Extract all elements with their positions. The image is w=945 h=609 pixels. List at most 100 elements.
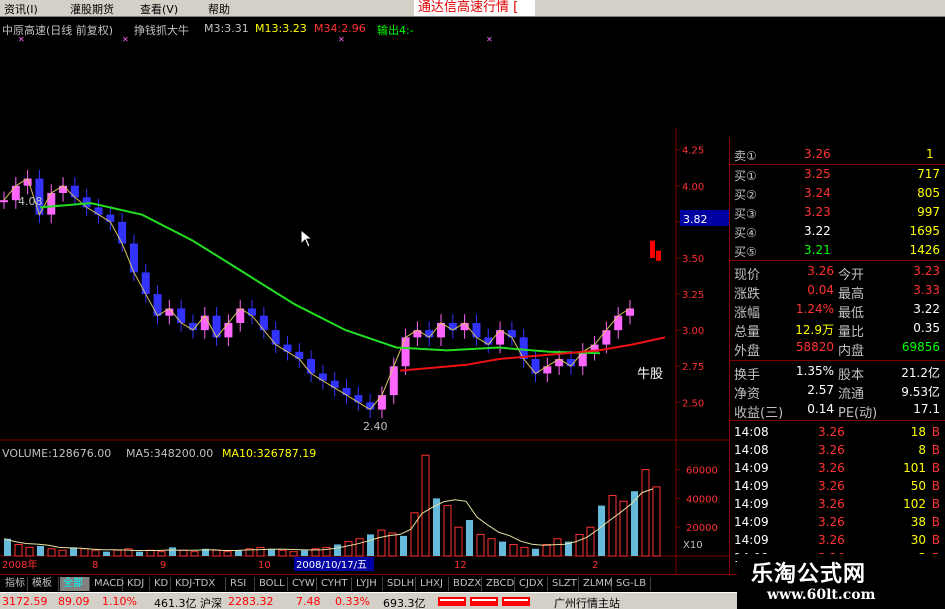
mouse-cursor-icon	[300, 229, 314, 248]
tick-price: 3.26	[818, 515, 845, 529]
tick-row[interactable]: 14:09 3.26 50 B	[730, 478, 945, 495]
volume-bar	[553, 538, 562, 557]
tick-row[interactable]: 14:09 3.26 101 B	[730, 460, 945, 477]
stat-label: 外盘	[734, 344, 761, 359]
volume-bar	[421, 454, 430, 557]
tick-row[interactable]: 14:09 3.26 30 B	[730, 532, 945, 549]
volume-bar	[256, 546, 265, 557]
candle-body	[200, 315, 209, 331]
tab-slzt[interactable]: SLZT	[549, 577, 579, 591]
tick-row[interactable]: 14:09 3.26 102 B	[730, 496, 945, 513]
candle-body	[283, 344, 292, 352]
tab-cyht[interactable]: CYHT	[318, 577, 352, 591]
watermark-logo: 乐淘公式网 www.60lt.com	[737, 554, 945, 609]
candle-body	[377, 395, 386, 410]
candle-body	[543, 366, 552, 374]
tab-zbcd[interactable]: ZBCD	[483, 577, 515, 591]
candle-body	[0, 200, 8, 203]
stat-label: 内盘	[838, 344, 865, 359]
volume-bar	[47, 548, 56, 557]
chart-title-bar: 中原高速(日线 前复权) 挣钱抓大牛 M3:3.31 M13:3.23 M34:…	[0, 18, 540, 37]
tick-price: 3.26	[818, 425, 845, 439]
candle-body	[354, 395, 363, 403]
stat-label: 总量	[734, 325, 761, 340]
tick-price: 3.26	[818, 461, 845, 475]
tick-side: B	[931, 443, 940, 457]
buy-level-4[interactable]: 买④ 3.22 1695	[730, 223, 945, 240]
buy-level-5[interactable]: 买⑤ 3.21 1426	[730, 242, 945, 259]
menu-item-view[interactable]: 查看(V)	[140, 1, 178, 17]
current-price-tag: 3.82	[683, 213, 708, 226]
buy-level-2[interactable]: 买② 3.24 805	[730, 185, 945, 202]
high-price-label: 4.08	[18, 195, 43, 208]
volume-bar	[388, 532, 397, 557]
tab-macd[interactable]: MACD	[91, 577, 124, 591]
tab-cjdx[interactable]: CJDX	[516, 577, 548, 591]
buy-level-1[interactable]: 买① 3.25 717	[730, 166, 945, 183]
divider	[730, 260, 945, 261]
tab-kd[interactable]: KD	[151, 577, 171, 591]
tab-全部[interactable]: 全部	[60, 577, 90, 591]
volume-bar	[410, 512, 419, 557]
signal-marker-icon: ✕	[338, 36, 345, 44]
tab-cyw[interactable]: CYW	[289, 577, 317, 591]
menu-item-help[interactable]: 帮助	[208, 1, 230, 17]
tick-side: B	[931, 515, 940, 529]
candle-body	[295, 351, 304, 360]
tab-模板[interactable]: 模板	[29, 577, 59, 591]
tick-row[interactable]: 14:08 3.26 18 B	[730, 424, 945, 441]
sz-index: 2283.32	[228, 595, 274, 608]
tab-sdlh[interactable]: SDLH	[384, 577, 416, 591]
candle-body	[401, 337, 410, 367]
menu-item-futures[interactable]: 灌股期货	[70, 1, 114, 17]
tab-lyjh[interactable]: LYJH	[353, 577, 383, 591]
stat-value: 21.2亿	[901, 366, 940, 380]
candle-body	[129, 243, 138, 273]
tab-kdj-tdx[interactable]: KDJ-TDX	[172, 577, 226, 591]
tab-指标[interactable]: 指标	[2, 577, 28, 591]
volume-bar	[542, 543, 551, 557]
tab-zlmm[interactable]: ZLMM	[580, 577, 613, 591]
volume-bar	[652, 486, 661, 557]
volume-bar	[289, 551, 298, 557]
kline-chart[interactable]: 4.254.003.753.503.253.002.752.5060000400…	[0, 36, 729, 574]
volume-bar	[509, 543, 518, 557]
ma13-value: M13:3.23	[255, 22, 307, 35]
menu-item-info[interactable]: 资讯(I)	[4, 1, 38, 17]
signal-marker-icon: ✕	[18, 36, 25, 44]
stat-value: 3.23	[913, 264, 940, 278]
candle-body	[413, 330, 422, 338]
sz-pct: 0.33%	[335, 595, 370, 608]
tab-bdzx[interactable]: BDZX	[450, 577, 482, 591]
tick-price: 3.26	[818, 479, 845, 493]
tick-row[interactable]: 14:09 3.26 38 B	[730, 514, 945, 531]
tab-sg-lb[interactable]: SG-LB	[613, 577, 651, 591]
tick-side: B	[931, 479, 940, 493]
tab-rsi[interactable]: RSI	[227, 577, 255, 591]
buy-price: 3.25	[804, 167, 831, 181]
x-axis-label: 9	[160, 560, 166, 571]
sell-level-1[interactable]: 卖① 3.26 1	[730, 146, 945, 163]
stat-row: 涨跌 0.04 最高 3.33	[730, 282, 945, 302]
volume-bar	[136, 551, 143, 556]
volume-bar	[91, 549, 100, 557]
tick-row[interactable]: 14:08 3.26 8 B	[730, 442, 945, 459]
tick-time: 14:09	[734, 479, 769, 493]
tab-kdj[interactable]: KDJ	[124, 577, 150, 591]
candle-body	[106, 214, 115, 222]
buy-label: 买③	[734, 207, 757, 221]
tick-time: 14:09	[734, 533, 769, 547]
stat-value: 1.24%	[795, 302, 834, 316]
watermark-title: 乐淘公式网	[751, 562, 867, 587]
volume-bar	[443, 505, 452, 557]
price-tick-label: 3.25	[682, 290, 704, 301]
tab-boll[interactable]: BOLL	[256, 577, 288, 591]
volume-bar	[355, 538, 364, 557]
stat-label: 股本	[838, 368, 865, 383]
stat-value: 3.22	[913, 302, 940, 316]
buy-level-3[interactable]: 买③ 3.23 997	[730, 204, 945, 221]
tab-lhxj[interactable]: LHXJ	[417, 577, 449, 591]
price-series	[0, 169, 634, 419]
volume-bars	[3, 454, 661, 557]
volume-label: VOLUME:128676.00	[2, 447, 111, 460]
